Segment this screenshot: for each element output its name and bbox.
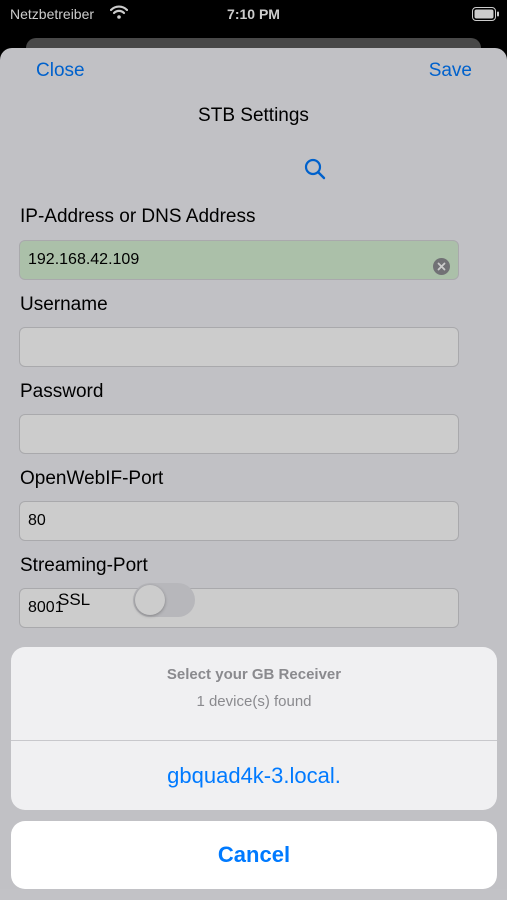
action-sheet-message: 1 device(s) found (196, 693, 312, 710)
cancel-button[interactable]: Cancel (11, 821, 497, 889)
device-option[interactable]: gbquad4k-3.local. (11, 741, 497, 810)
action-sheet: Select your GB Receiver 1 device(s) foun… (11, 647, 497, 810)
action-sheet-title: Select your GB Receiver (166, 666, 342, 683)
